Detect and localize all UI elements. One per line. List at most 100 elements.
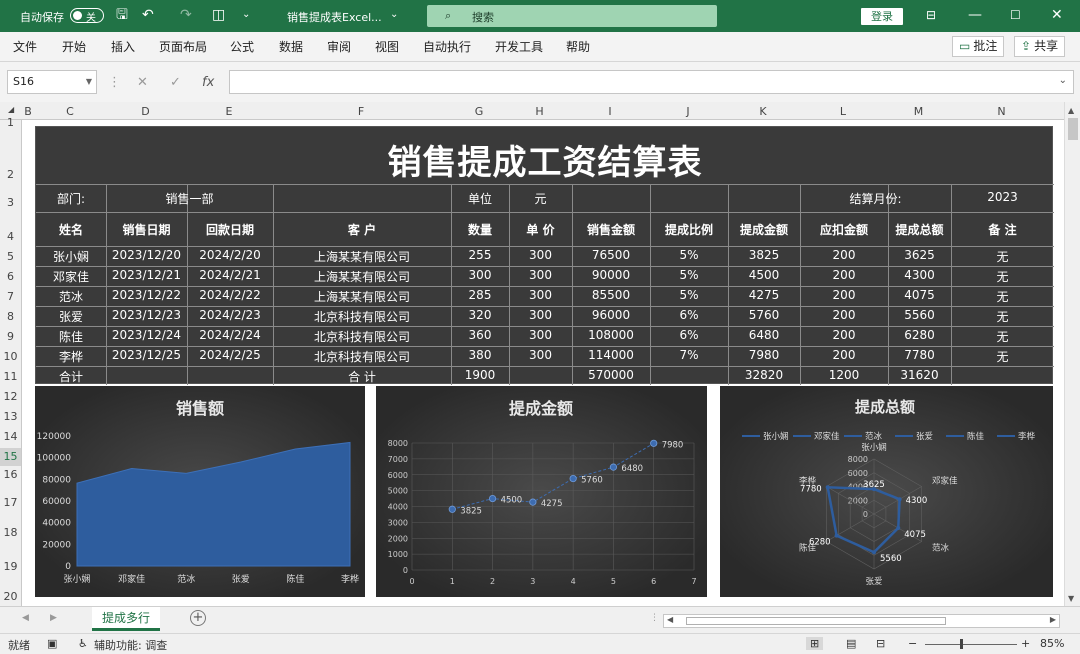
table-cell[interactable]: 无 bbox=[951, 308, 1054, 325]
ribbon-display-icon[interactable]: ⊟ bbox=[926, 8, 936, 22]
table-cell[interactable]: 上海某某有限公司 bbox=[273, 268, 451, 285]
row-header[interactable]: 17 bbox=[0, 496, 21, 509]
table-cell[interactable]: 380 bbox=[451, 348, 509, 362]
col-header-i[interactable]: I bbox=[571, 105, 649, 118]
horizontal-scrollbar[interactable]: ◀ ▶ bbox=[663, 614, 1060, 628]
camera-icon[interactable]: ◫ bbox=[212, 8, 225, 22]
row-header[interactable]: 10 bbox=[0, 350, 21, 363]
table-cell[interactable]: 114000 bbox=[572, 348, 650, 362]
unit-label[interactable]: 单位 bbox=[451, 190, 509, 207]
col-header-k[interactable]: K bbox=[727, 105, 799, 118]
cancel-icon[interactable]: ✕ bbox=[137, 75, 148, 90]
table-cell[interactable]: 200 bbox=[800, 348, 888, 362]
table-cell[interactable]: 2023/12/24 bbox=[106, 328, 187, 342]
table-cell[interactable]: 285 bbox=[451, 288, 509, 302]
table-cell[interactable]: 300 bbox=[509, 268, 572, 282]
page-break-view-icon[interactable]: ⊟ bbox=[876, 637, 885, 650]
sheet-tab[interactable]: 提成多行 bbox=[92, 607, 160, 631]
row-header[interactable]: 5 bbox=[0, 250, 21, 263]
row-header[interactable]: 2 bbox=[0, 168, 21, 181]
table-header-cell[interactable]: 提成比例 bbox=[650, 221, 728, 238]
maximize-icon[interactable]: ☐ bbox=[1010, 8, 1021, 22]
table-cell[interactable]: 200 bbox=[800, 268, 888, 282]
minimize-icon[interactable]: — bbox=[968, 8, 982, 22]
table-header-cell[interactable]: 备 注 bbox=[951, 221, 1054, 238]
row-header[interactable]: 9 bbox=[0, 330, 21, 343]
page-layout-view-icon[interactable]: ▤ bbox=[846, 637, 856, 650]
table-header-cell[interactable]: 数量 bbox=[451, 221, 509, 238]
table-cell[interactable]: 上海某某有限公司 bbox=[273, 248, 451, 265]
table-cell[interactable]: 2023/12/25 bbox=[106, 348, 187, 362]
row-header[interactable]: 18 bbox=[0, 526, 21, 539]
table-cell[interactable]: 200 bbox=[800, 248, 888, 262]
title-dropdown-icon[interactable]: ⌄ bbox=[390, 8, 398, 22]
total-cell[interactable]: 合计 bbox=[36, 368, 106, 385]
dept-value[interactable]: 销售一部 bbox=[106, 190, 273, 207]
table-cell[interactable]: 7% bbox=[650, 348, 728, 362]
table-header-cell[interactable]: 应扣金额 bbox=[800, 221, 888, 238]
col-header-f[interactable]: F bbox=[272, 105, 450, 118]
col-header-m[interactable]: M bbox=[887, 105, 950, 118]
col-header-e[interactable]: E bbox=[186, 105, 272, 118]
col-header-d[interactable]: D bbox=[105, 105, 186, 118]
table-cell[interactable]: 2024/2/25 bbox=[187, 348, 273, 362]
name-box[interactable]: S16 ▼ bbox=[7, 70, 97, 94]
sales-area-chart[interactable]: 销售额 0 20000 40000 60000 80000 100000 120000 张小娴 邓… bbox=[35, 386, 365, 597]
hscroll-thumb[interactable] bbox=[686, 617, 946, 625]
total-cell[interactable]: 合 计 bbox=[273, 368, 451, 385]
col-header-j[interactable]: J bbox=[649, 105, 727, 118]
table-cell[interactable]: 4300 bbox=[888, 268, 951, 282]
menu-home[interactable]: 开始 bbox=[62, 38, 86, 55]
col-header-a[interactable]: B bbox=[24, 105, 32, 118]
col-header-h[interactable]: H bbox=[508, 105, 571, 118]
table-cell[interactable]: 2023/12/23 bbox=[106, 308, 187, 322]
table-header-cell[interactable]: 客 户 bbox=[273, 221, 451, 238]
expand-formula-icon[interactable]: ⌄ bbox=[1059, 75, 1067, 86]
table-cell[interactable]: 300 bbox=[509, 348, 572, 362]
unit-value[interactable]: 元 bbox=[509, 190, 572, 207]
row-header[interactable]: 7 bbox=[0, 290, 21, 303]
table-cell[interactable]: 4075 bbox=[888, 288, 951, 302]
accessibility-status[interactable]: 辅助功能: 调查 bbox=[94, 637, 167, 653]
table-cell[interactable]: 无 bbox=[951, 288, 1054, 305]
table-cell[interactable]: 5560 bbox=[888, 308, 951, 322]
normal-view-icon[interactable]: ⊞ bbox=[806, 637, 824, 650]
total-cell[interactable]: 1200 bbox=[800, 368, 888, 382]
menu-automate[interactable]: 自动执行 bbox=[423, 38, 471, 55]
total-cell[interactable]: 1900 bbox=[451, 368, 509, 382]
share-button[interactable]: ⇪ 共享 bbox=[1014, 36, 1066, 57]
add-sheet-button[interactable]: + bbox=[190, 610, 206, 626]
table-cell[interactable]: 85500 bbox=[572, 288, 650, 302]
total-radar-chart[interactable]: 提成总额 张小娴 邓家佳 范冰 张爱 陈佳 李桦 0 2000 4000 6000 8000 3625 4… bbox=[720, 386, 1053, 597]
redo-icon[interactable]: ↷ bbox=[180, 8, 192, 22]
zoom-slider[interactable] bbox=[925, 644, 1017, 645]
table-cell[interactable]: 5% bbox=[650, 268, 728, 282]
table-cell[interactable]: 陈佳 bbox=[36, 328, 106, 345]
menu-insert[interactable]: 插入 bbox=[111, 38, 135, 55]
menu-developer[interactable]: 开发工具 bbox=[495, 38, 543, 55]
zoom-slider-thumb[interactable] bbox=[960, 639, 963, 649]
total-cell[interactable]: 570000 bbox=[572, 368, 650, 382]
enter-icon[interactable]: ✓ bbox=[170, 75, 181, 90]
row-header[interactable]: 4 bbox=[0, 230, 21, 243]
row-header[interactable]: 16 bbox=[0, 468, 21, 481]
col-header-n[interactable]: N bbox=[950, 105, 1053, 118]
table-cell[interactable]: 无 bbox=[951, 328, 1054, 345]
vertical-scrollbar[interactable]: ▲ ▼ bbox=[1064, 102, 1080, 606]
table-cell[interactable]: 5% bbox=[650, 248, 728, 262]
table-cell[interactable]: 108000 bbox=[572, 328, 650, 342]
table-cell[interactable]: 无 bbox=[951, 348, 1054, 365]
col-header-g[interactable]: G bbox=[450, 105, 508, 118]
comments-button[interactable]: ▭ 批注 bbox=[952, 36, 1005, 57]
table-header-cell[interactable]: 提成总额 bbox=[888, 221, 951, 238]
formula-input[interactable]: ⌄ bbox=[229, 70, 1074, 94]
menu-formulas[interactable]: 公式 bbox=[230, 38, 254, 55]
table-cell[interactable]: 2024/2/22 bbox=[187, 288, 273, 302]
scroll-up-icon[interactable]: ▲ bbox=[1068, 106, 1074, 115]
scroll-down-icon[interactable]: ▼ bbox=[1068, 594, 1074, 603]
zoom-in-icon[interactable]: + bbox=[1021, 637, 1030, 650]
table-cell[interactable]: 255 bbox=[451, 248, 509, 262]
table-header-cell[interactable]: 回款日期 bbox=[187, 221, 273, 238]
table-cell[interactable]: 76500 bbox=[572, 248, 650, 262]
search-box[interactable]: ⌕ 搜索 bbox=[427, 5, 717, 27]
